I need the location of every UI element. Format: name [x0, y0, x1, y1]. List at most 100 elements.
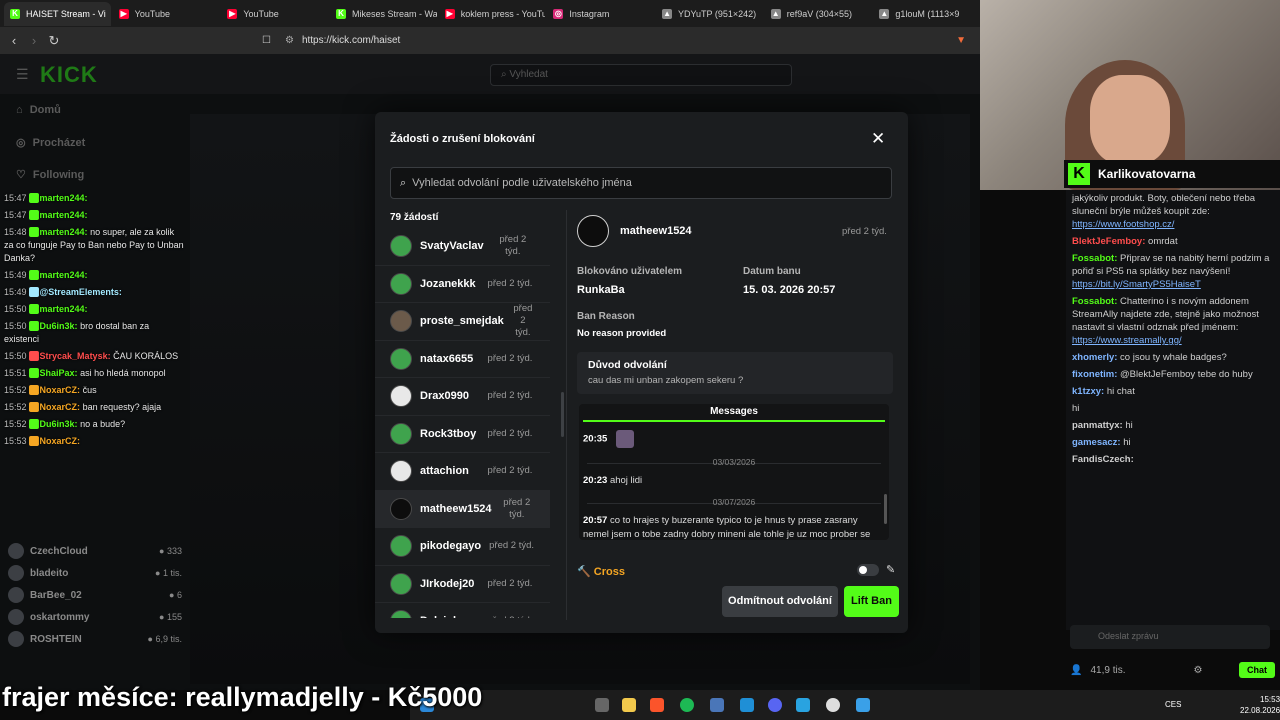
chat-username[interactable]: gamesacz:: [1072, 437, 1121, 448]
top-search-input[interactable]: ⌕ Vyhledat: [490, 64, 792, 86]
appeal-time: před 2 týd.: [487, 465, 533, 477]
sidebar-item-browse[interactable]: ◎ Procházet: [16, 136, 85, 149]
chat-username[interactable]: NoxarCZ:: [40, 402, 81, 412]
appeal-item[interactable]: Drax0990 před 2 týd.: [375, 378, 550, 416]
appeal-item[interactable]: attachion před 2 týd.: [375, 453, 550, 491]
chat-link[interactable]: https://www.footshop.cz/: [1072, 219, 1174, 230]
site-info-icon[interactable]: ⚙: [285, 35, 294, 46]
bookmark-icon[interactable]: ☐: [262, 35, 271, 46]
channel-item[interactable]: bladeito ● 1 tis.: [0, 562, 190, 584]
chat-timestamp: 15:48: [4, 227, 27, 237]
channel-item[interactable]: oskartommy ● 155: [0, 606, 190, 628]
tab-favicon-icon: ▲: [770, 8, 781, 19]
chat-username[interactable]: marten244:: [40, 210, 88, 220]
appeal-item[interactable]: proste_smejdak před 2 týd.: [375, 303, 550, 341]
messages-tab[interactable]: Messages: [583, 404, 885, 422]
appeal-item[interactable]: JIrkodej20 před 2 týd.: [375, 566, 550, 603]
chat-username[interactable]: Strycak_Matysk:: [40, 351, 111, 361]
chat-send-button[interactable]: Chat: [1239, 662, 1275, 678]
banned-by-label: Blokováno uživatelem: [577, 266, 683, 277]
appeal-count: 79 žádostí: [390, 212, 439, 223]
chat-username[interactable]: xhomerly:: [1072, 352, 1117, 363]
right-chat: jakýkoliv produkt. Boty, oblečení nebo t…: [1066, 190, 1280, 630]
close-icon[interactable]: ✕: [871, 129, 885, 149]
chat-username[interactable]: marten244:: [40, 304, 88, 314]
chat-link[interactable]: https://bit.ly/SmartyPS5HaiseT: [1072, 279, 1201, 290]
appeal-username: attachion: [420, 465, 469, 478]
sidebar-item-home[interactable]: ⌂ Domů: [16, 104, 61, 116]
browser-tab[interactable]: ▶ koklem press - YouTub: [439, 2, 545, 26]
appeal-item[interactable]: natax6655 před 2 týd.: [375, 341, 550, 378]
messages-scrollbar[interactable]: [884, 494, 887, 524]
chat-username[interactable]: Fossabot:: [1072, 253, 1117, 264]
appeal-item[interactable]: Dalaiob před 2 týd.: [375, 603, 550, 618]
chat-username[interactable]: k1tzxy:: [1072, 386, 1104, 397]
edit-icon[interactable]: ✎: [886, 563, 895, 576]
browser-tab[interactable]: ▶ YouTube: [221, 2, 328, 26]
chat-line: 15:47 marten244:: [0, 190, 190, 207]
chat-username[interactable]: Fossabot:: [1072, 296, 1117, 307]
chat-username[interactable]: marten244:: [40, 270, 88, 280]
settings-icon[interactable]: ⚙: [1193, 665, 1202, 676]
sidebar-item-following[interactable]: ♡ Following: [16, 168, 84, 181]
chat-text: ČAU KORÁLOS: [113, 351, 179, 361]
chat-username[interactable]: ShaiPax:: [40, 368, 78, 378]
browser-tab[interactable]: ▲ YDYuTP (951×242): [656, 2, 763, 26]
forward-icon[interactable]: ›: [24, 33, 44, 48]
message-time: 20:23: [583, 475, 608, 486]
chat-username[interactable]: NoxarCZ:: [40, 436, 81, 446]
chat-username[interactable]: @StreamElements:: [40, 287, 122, 297]
appeal-item[interactable]: Jozanekkk před 2 týd.: [375, 266, 550, 303]
channel-name: BarBee_02: [30, 589, 82, 601]
language-indicator[interactable]: CES: [1165, 700, 1181, 709]
badge-icon: [28, 270, 39, 280]
avatar: [390, 347, 412, 370]
chat-username[interactable]: marten244:: [40, 193, 88, 203]
back-icon[interactable]: ‹: [4, 33, 24, 48]
avatar: [390, 610, 412, 618]
divider: [566, 210, 567, 620]
browser-tab[interactable]: ▲ g1louM (1113×9: [873, 2, 980, 26]
appeal-item[interactable]: SvatyVaclav před 2 týd.: [375, 228, 550, 266]
kick-logo[interactable]: KICK: [40, 62, 98, 88]
chat-username[interactable]: BlektJeFemboy:: [1072, 236, 1145, 247]
chat-timestamp: 15:50: [4, 351, 27, 361]
channel-item[interactable]: ROSHTEIN ● 6,9 tis.: [0, 628, 190, 650]
reload-icon[interactable]: ↻: [44, 33, 64, 49]
system-clock[interactable]: 15:53 22.08.2026: [1240, 694, 1280, 716]
chat-username[interactable]: FandisCzech:: [1072, 454, 1134, 465]
menu-icon[interactable]: ☰: [16, 66, 29, 83]
browser-tab[interactable]: ◎ Instagram: [547, 2, 654, 26]
deny-appeal-button[interactable]: Odmítnout odvolání: [722, 586, 838, 617]
chat-line: 15:52 Du6in3k: no a bude?: [0, 416, 190, 433]
tab-label: YDYuTP (951×242): [678, 8, 757, 19]
chat-username[interactable]: fixonetim:: [1072, 369, 1117, 380]
chat-username[interactable]: panmattyx:: [1072, 420, 1123, 431]
cross-toggle[interactable]: [857, 564, 879, 576]
appeal-list-scrollbar[interactable]: [561, 392, 564, 437]
url-field[interactable]: https://kick.com/haiset: [302, 35, 400, 46]
chat-username[interactable]: marten244:: [40, 227, 88, 237]
chat-text: asi ho hledá monopol: [80, 368, 166, 378]
browser-tab-bar: K HAISET Stream - Vi ▶ YouTube ▶ YouTube K Mike…: [0, 0, 980, 27]
channel-item[interactable]: BarBee_02 ● 6: [0, 584, 190, 606]
tab-favicon-icon: ◎: [553, 8, 564, 19]
appeal-item[interactable]: matheew1524 před 2 týd.: [375, 490, 550, 528]
browser-tab[interactable]: ▶ YouTube: [113, 2, 220, 26]
appeal-item[interactable]: pikodegayo před 2 týd.: [375, 528, 550, 566]
chat-link[interactable]: https://www.streamally.gg/: [1072, 335, 1182, 346]
browser-tab[interactable]: ▲ ref9aV (304×55): [765, 2, 872, 26]
chat-username[interactable]: Du6in3k:: [40, 419, 78, 429]
badge-icon: [28, 227, 39, 237]
browser-tab[interactable]: K HAISET Stream - Vi: [4, 1, 111, 26]
lift-ban-button[interactable]: Lift Ban: [844, 586, 899, 617]
channel-item[interactable]: CzechCloud ● 333: [0, 540, 190, 562]
chat-username[interactable]: NoxarCZ:: [40, 385, 81, 395]
appeal-item[interactable]: Rock3tboy před 2 týd.: [375, 416, 550, 453]
chat-input[interactable]: Odeslat zprávu: [1070, 625, 1270, 649]
channel-name: bladeito: [30, 567, 69, 579]
chat-username[interactable]: Du6in3k:: [40, 321, 78, 331]
appeal-search-input[interactable]: ⌕ Vyhledat odvolání podle uživatelského …: [390, 167, 892, 199]
browser-tab[interactable]: K Mikeses Stream - Wat: [330, 2, 437, 26]
brave-shield-icon[interactable]: ▼: [956, 35, 966, 46]
